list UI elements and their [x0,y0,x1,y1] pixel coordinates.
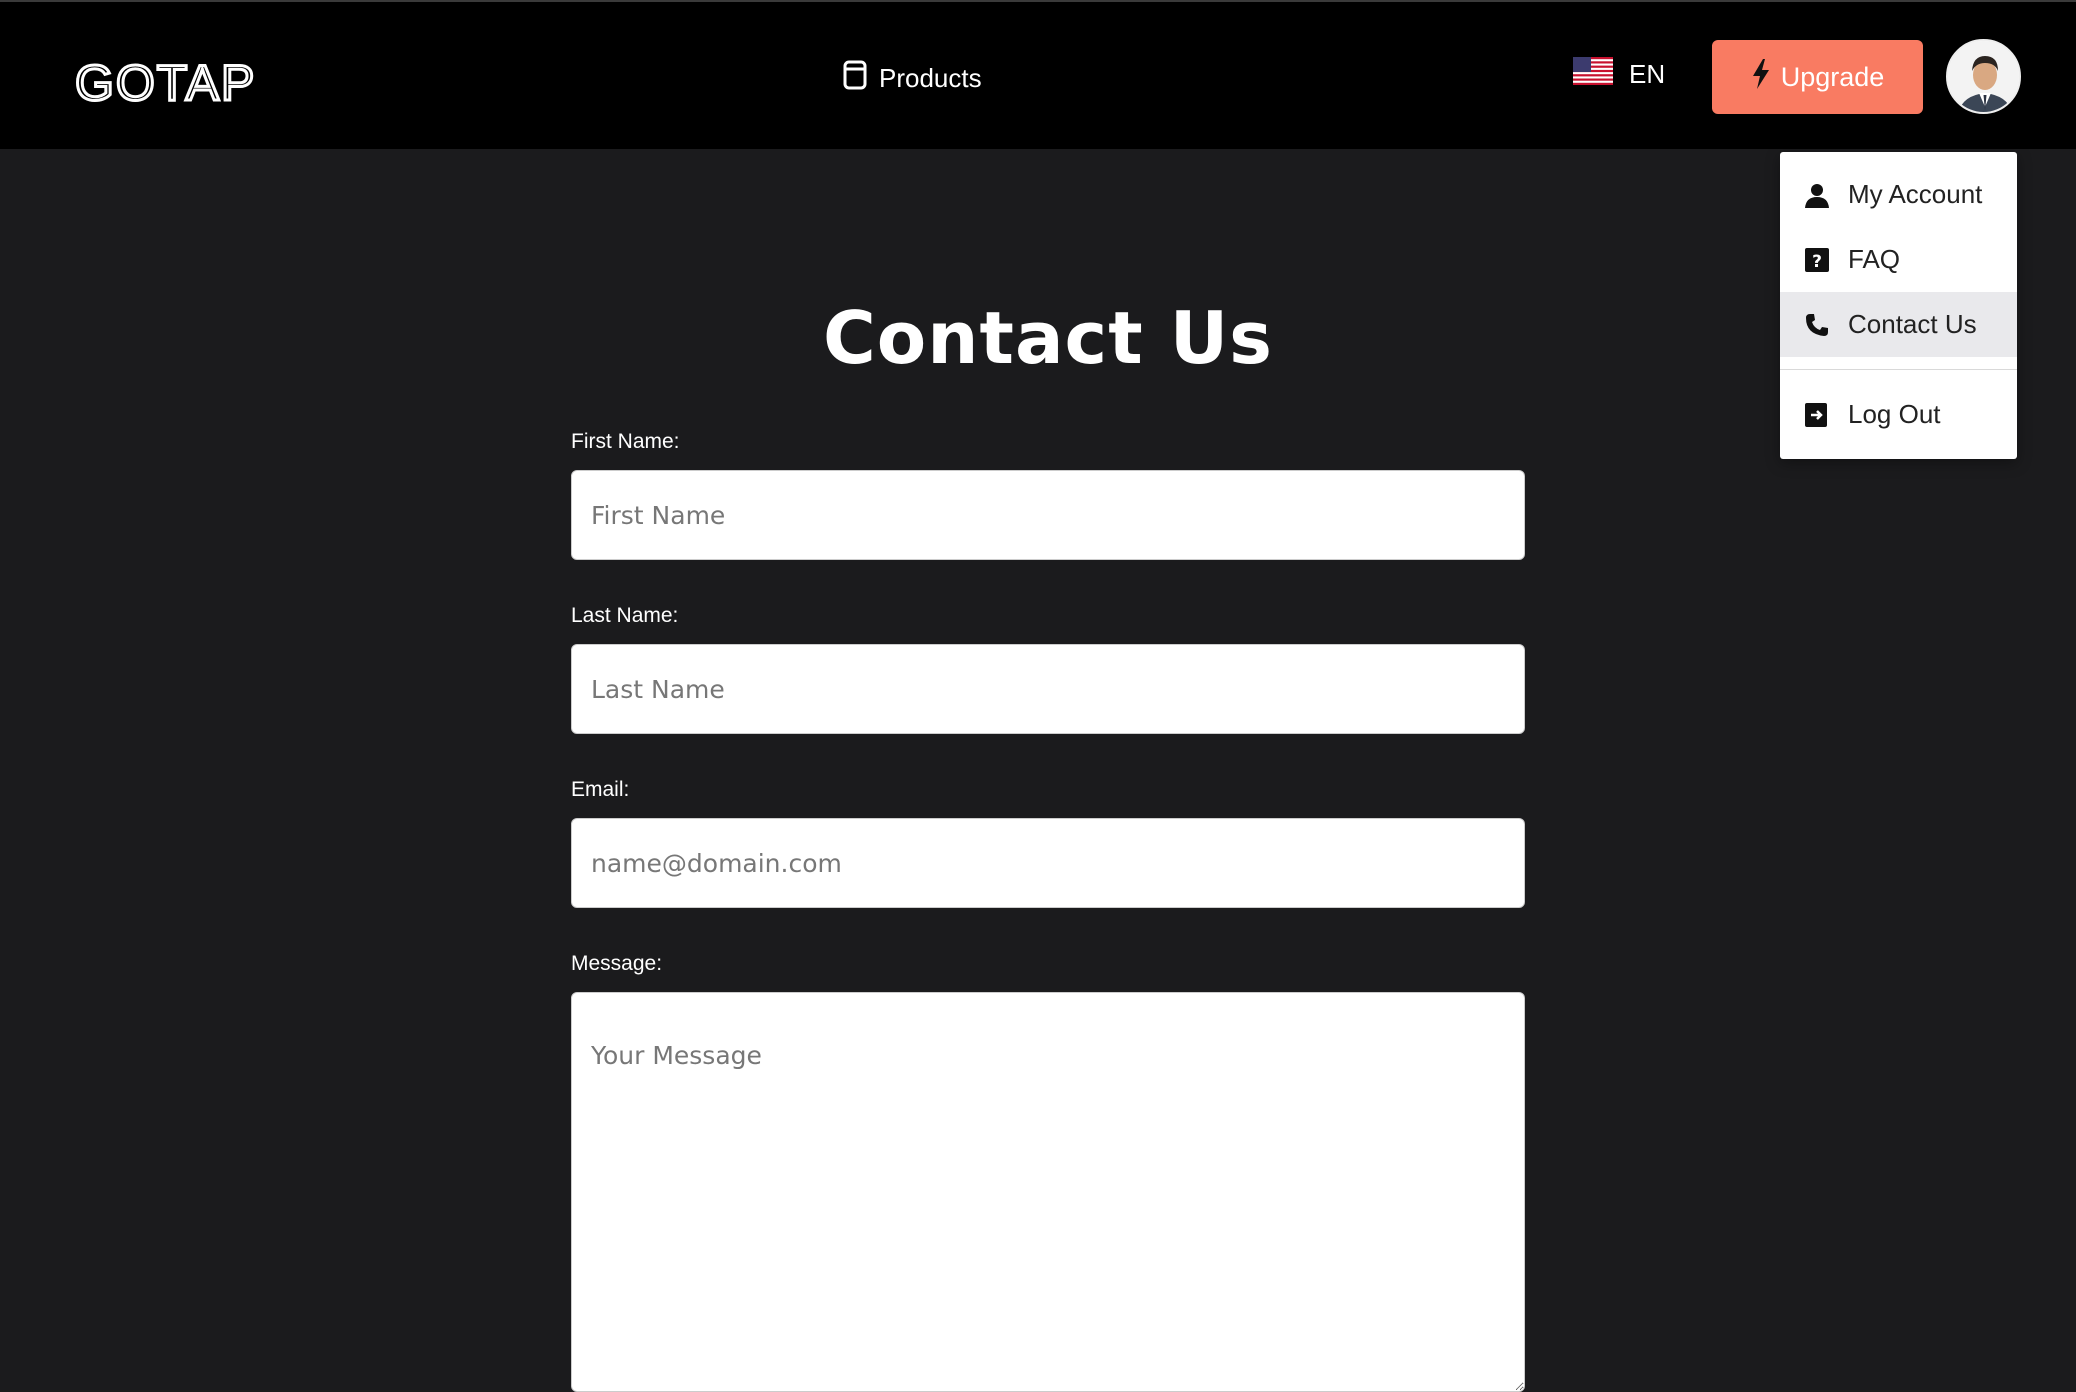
user-icon [1804,182,1830,208]
language-code: EN [1629,58,1666,89]
logout-icon [1804,402,1830,428]
upgrade-label: Upgrade [1780,61,1885,92]
menu-item-label: My Account [1848,179,1983,209]
message-label: Message: [571,952,663,975]
menu-item-label: FAQ [1848,244,1901,274]
menu-item-faq[interactable]: ? FAQ [1780,227,2017,292]
first-name-input[interactable] [571,470,1525,560]
user-avatar[interactable] [1946,39,2021,114]
lightning-icon [1751,58,1771,96]
email-input[interactable] [571,818,1525,908]
us-flag-icon [1573,56,1613,92]
last-name-label: Last Name: [571,604,679,627]
top-navigation-bar: GOTAP Products EN Upgrade [0,0,2076,149]
menu-item-log-out[interactable]: Log Out [1780,382,2017,447]
language-selector[interactable]: EN [1573,54,1665,94]
products-card-icon [843,60,867,97]
menu-item-my-account[interactable]: My Account [1780,162,2017,227]
gotap-logo[interactable]: GOTAP [75,52,285,109]
products-nav-link[interactable]: Products [843,58,982,98]
first-name-label: First Name: [571,430,680,453]
last-name-input[interactable] [571,644,1525,734]
upgrade-button[interactable]: Upgrade [1712,40,1923,114]
products-label: Products [879,62,982,93]
question-icon: ? [1804,247,1830,273]
svg-text:?: ? [1812,252,1822,272]
contact-form: First Name: Last Name: Email: Message: [571,430,1525,1392]
page-title: Contact Us [822,296,1274,380]
message-textarea[interactable] [571,992,1525,1392]
email-label: Email: [571,778,630,801]
svg-text:GOTAP: GOTAP [75,55,256,108]
menu-item-label: Log Out [1848,399,1941,429]
